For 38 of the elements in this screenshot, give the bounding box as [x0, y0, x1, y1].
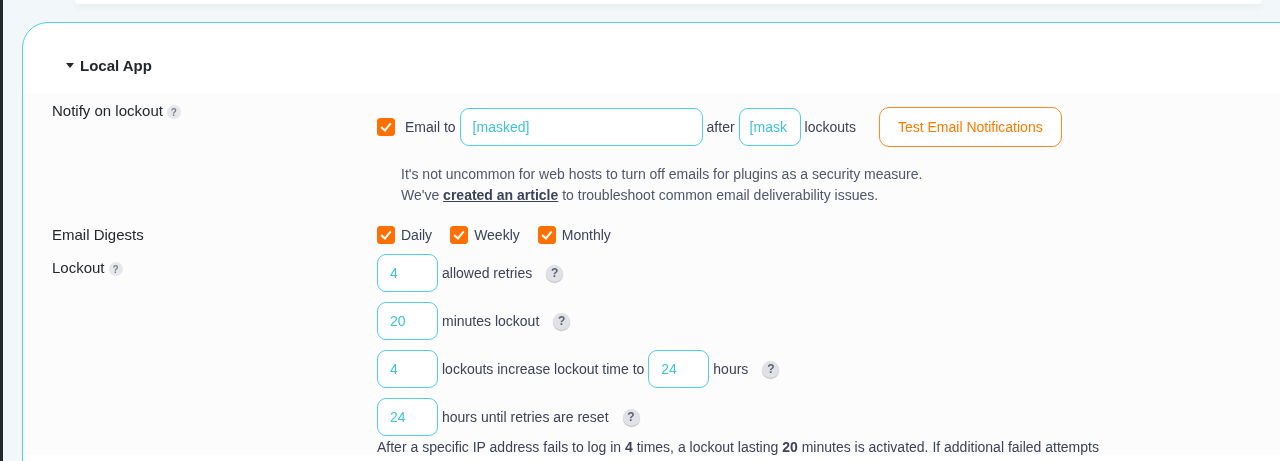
- article-link[interactable]: created an article: [443, 187, 559, 203]
- help-icon[interactable]: ?: [622, 408, 640, 426]
- test-email-button[interactable]: Test Email Notifications: [878, 107, 1062, 147]
- number-field[interactable]: 4: [377, 254, 438, 292]
- number-field[interactable]: 20: [377, 302, 438, 340]
- field-label: after: [706, 119, 735, 135]
- lockouts-field[interactable]: [mask: [738, 108, 801, 146]
- help-text: It's not uncommon for web hosts to turn off emails for plugins as a security measure.: [401, 165, 924, 184]
- checkbox[interactable]: [450, 226, 469, 244]
- field-label: lockouts: [804, 119, 856, 135]
- number-field[interactable]: 24: [377, 398, 438, 436]
- option-label: Daily: [401, 227, 433, 243]
- field-label: hours until retries are reset: [442, 409, 609, 425]
- field-label: minutes lockout: [442, 313, 540, 329]
- setting-label: Email Digests: [52, 226, 144, 243]
- section-title[interactable]: Local App: [80, 56, 152, 74]
- setting-label: Lockout: [52, 259, 105, 276]
- checkbox[interactable]: [537, 226, 556, 244]
- email-field[interactable]: [masked]: [459, 108, 703, 146]
- number-field[interactable]: 24: [648, 350, 710, 388]
- help-text: We've created an article to troubleshoot common email deliverability issues.: [401, 186, 880, 205]
- lockout-summary: After a specific IP address fails to log in 4 times, a lockout lasting 20 minutes is activated. If additional failed attempts: [377, 440, 1099, 455]
- number-field[interactable]: 4: [377, 350, 438, 388]
- help-icon[interactable]: ?: [553, 312, 571, 330]
- help-icon[interactable]: ?: [108, 262, 123, 276]
- help-icon[interactable]: ?: [166, 105, 181, 119]
- option-label: Weekly: [474, 227, 520, 243]
- field-label: hours: [713, 361, 749, 377]
- caret-icon[interactable]: [66, 62, 74, 68]
- help-icon[interactable]: ?: [546, 264, 564, 282]
- checkbox[interactable]: [377, 118, 395, 136]
- option-label: Monthly: [561, 227, 611, 243]
- setting-label: Notify on lockout: [52, 102, 163, 119]
- help-icon[interactable]: ?: [762, 360, 780, 378]
- field-label: allowed retries: [442, 265, 533, 281]
- field-label: lockouts increase lockout time to: [442, 361, 645, 377]
- checkbox[interactable]: [377, 226, 395, 244]
- option-label: Email to: [405, 119, 456, 135]
